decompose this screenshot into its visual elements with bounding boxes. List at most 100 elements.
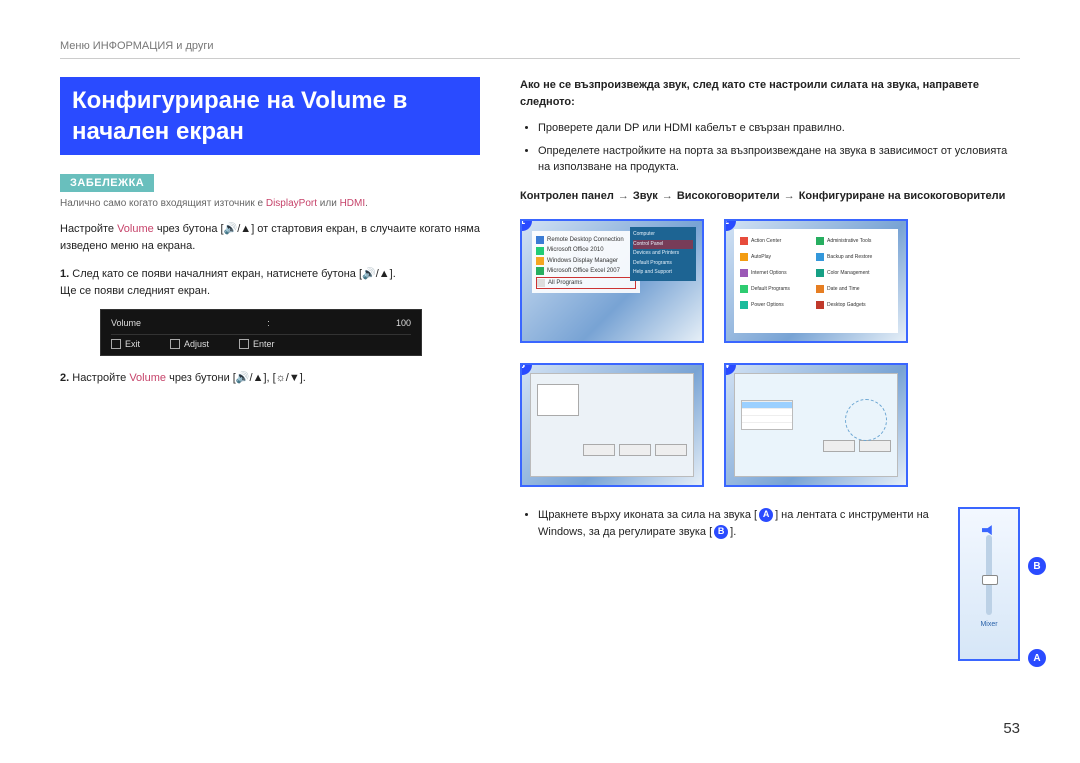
dlg-button: [619, 444, 651, 456]
app-icon: [536, 236, 544, 244]
speaker-diagram: [845, 399, 887, 441]
cp-icon: [740, 237, 748, 245]
cp-item: Administrative Tools: [827, 238, 871, 244]
side-item: Computer: [633, 230, 693, 240]
dlg-button: [859, 440, 891, 452]
right-lead: Ако не се възпроизвежда звук, след като …: [520, 77, 1020, 110]
config-list: [741, 400, 793, 430]
device-thumb: [537, 384, 579, 416]
cp-item: Color Management: [827, 270, 870, 276]
cp-icon: [740, 301, 748, 309]
cp-icon: [740, 269, 748, 277]
steps-list-2: 2. Настройте Volume чрез бутони [🔊/▲], […: [60, 370, 480, 387]
app-icon: [536, 257, 544, 265]
sound-window: [530, 373, 694, 477]
app-icon: [536, 247, 544, 255]
step2b: чрез бутони [🔊/▲], [☼/▼].: [166, 372, 306, 384]
page: Меню ИНФОРМАЦИЯ и други Конфигуриране на…: [0, 0, 1080, 763]
note-pre: Налично само когато входящият източник е: [60, 198, 266, 209]
osd-exit: Exit: [111, 339, 140, 349]
path-4: Конфигуриране на високоговорители: [799, 190, 1006, 202]
page-title: Конфигуриране на Volume в начален екран: [60, 77, 480, 155]
screenshot-4: 4: [724, 363, 908, 487]
bt3: ].: [730, 526, 736, 538]
note-hl2: HDMI: [340, 198, 366, 209]
all-programs-icon: [537, 279, 545, 287]
menu-item: Remote Desktop Connection: [547, 236, 624, 244]
side-item-hl: Control Panel: [633, 240, 693, 250]
cp-item: AutoPlay: [751, 254, 771, 260]
right-bullets: Проверете дали DP или HDMI кабелът е свъ…: [520, 120, 1020, 176]
side-item: Help and Support: [633, 268, 693, 278]
cp-icon: [740, 285, 748, 293]
bottom-text: Щракнете върху иконата за сила на звука …: [520, 507, 934, 546]
osd-label: Volume: [111, 318, 141, 328]
right-column: Ако не се възпроизвежда звук, след като …: [520, 77, 1020, 661]
callout-a: A: [1028, 649, 1046, 667]
all-programs: All Programs: [548, 279, 582, 287]
intro-a: Настройте: [60, 223, 117, 235]
screenshot-3: 3: [520, 363, 704, 487]
page-number: 53: [1003, 720, 1020, 737]
note-text: Налично само когато входящият източник е…: [60, 198, 480, 209]
start-menu-side: Computer Control Panel Devices and Print…: [630, 227, 696, 281]
path-1: Контролен панел: [520, 190, 614, 202]
screenshot-grid: 1 Remote Desktop Connection Microsoft Of…: [520, 219, 1020, 487]
cp-icon: [816, 269, 824, 277]
cp-item: Internet Options: [751, 270, 787, 276]
badge-1: 1: [520, 219, 532, 231]
bullet-2: Определете настройките на порта за възпр…: [538, 143, 1020, 176]
cp-icon: [816, 301, 824, 309]
cp-item: Power Options: [751, 302, 784, 308]
osd-adjust: Adjust: [170, 339, 209, 349]
callout-b: B: [1028, 557, 1046, 575]
side-item: Default Programs: [633, 259, 693, 269]
speaker-setup-window: [734, 373, 898, 477]
step1-num: 1.: [60, 268, 69, 280]
settings-path: Контролен панел→Звук→Високоговорители→Ко…: [520, 188, 1020, 206]
label-a-inline: A: [759, 508, 773, 522]
step2-num: 2.: [60, 372, 69, 384]
header-breadcrumb: Меню ИНФОРМАЦИЯ и други: [60, 40, 1020, 59]
note-hl1: DisplayPort: [266, 198, 317, 209]
left-column: Конфигуриране на Volume в начален екран …: [60, 77, 480, 661]
step2a: Настройте: [72, 372, 129, 384]
cp-icon: [816, 285, 824, 293]
speaker-icon: [982, 525, 996, 535]
volume-flyout: Mixer: [958, 507, 1020, 661]
volume-thumb: [982, 575, 998, 585]
note-badge: ЗАБЕЛЕЖКА: [60, 174, 154, 192]
step1b: Ще се появи следният екран.: [60, 285, 210, 297]
screenshot-2: 2 Action Center Administrative Tools Aut…: [724, 219, 908, 343]
cp-item: Date and Time: [827, 286, 860, 292]
osd-enter: Enter: [239, 339, 275, 349]
app-icon: [536, 267, 544, 275]
cp-icon: [740, 253, 748, 261]
step-1: 1. След като се появи началният екран, н…: [60, 266, 480, 299]
control-panel-grid: Action Center Administrative Tools AutoP…: [734, 229, 898, 333]
cp-item: Action Center: [751, 238, 781, 244]
bottom-bullet: Щракнете върху иконата за сила на звука …: [538, 507, 934, 540]
menu-item: Windows Display Manager: [547, 257, 618, 265]
intro-paragraph: Настройте Volume чрез бутона [🔊/▲] от ст…: [60, 221, 480, 254]
enter-icon: [239, 339, 249, 349]
screenshot-1: 1 Remote Desktop Connection Microsoft Of…: [520, 219, 704, 343]
dlg-button: [655, 444, 687, 456]
intro-hl: Volume: [117, 223, 154, 235]
path-2: Звук: [633, 190, 658, 202]
menu-item: Microsoft Office Excel 2007: [547, 267, 620, 275]
cp-icon: [816, 237, 824, 245]
volume-widget-wrap: Mixer B A: [958, 507, 1020, 661]
exit-icon: [111, 339, 121, 349]
start-menu-list: Remote Desktop Connection Microsoft Offi…: [532, 231, 640, 293]
content-columns: Конфигуриране на Volume в начален екран …: [60, 77, 1020, 661]
cp-item: Desktop Gadgets: [827, 302, 866, 308]
bottom-row: Щракнете върху иконата за сила на звука …: [520, 507, 1020, 661]
arrow-icon: →: [618, 190, 629, 202]
menu-item: Microsoft Office 2010: [547, 246, 604, 254]
side-item: Devices and Printers: [633, 249, 693, 259]
osd-volume-bar: Volume : 100 Exit Adjust Enter: [100, 309, 422, 356]
arrow-icon: →: [784, 190, 795, 202]
step1a: След като се появи началният екран, нати…: [72, 268, 396, 280]
volume-track: [986, 535, 992, 615]
